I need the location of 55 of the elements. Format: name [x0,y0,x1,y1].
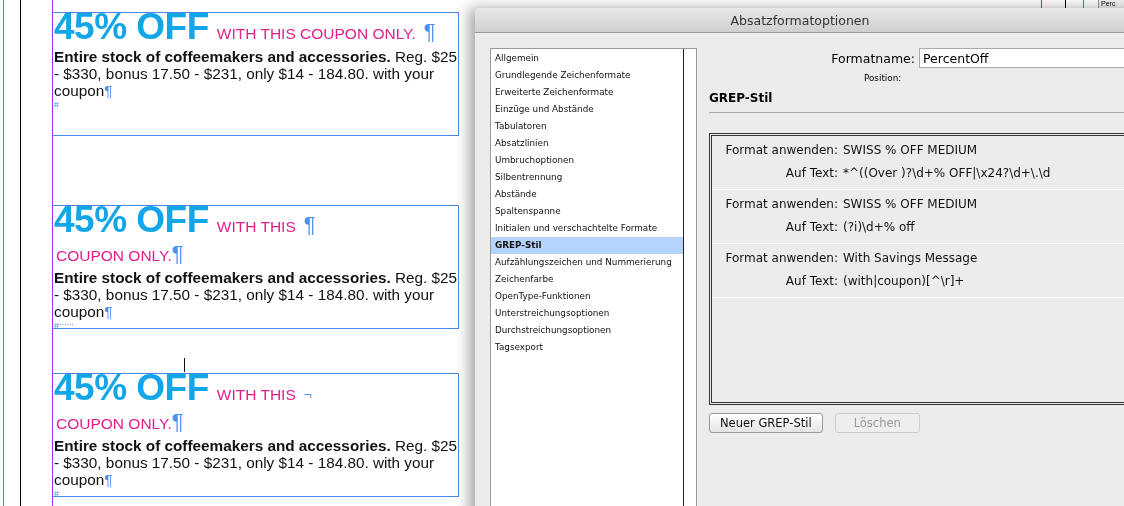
end-marker: # [54,100,59,110]
headline: 45% OFF [54,13,209,41]
style-value[interactable]: SWISS % OFF MEDIUM [843,193,1124,216]
field-label: Format anwenden: [724,142,838,159]
category-item[interactable]: Einzüge und Abstände [491,101,683,118]
style-value[interactable]: SWISS % OFF MEDIUM [843,139,1124,162]
category-item[interactable]: Abstände [491,186,683,203]
category-item[interactable]: Umbruchoptionen [491,152,683,169]
category-item[interactable]: Grundlegende Zeichenformate [491,67,683,84]
headline: 45% OFF [54,374,209,402]
section-title: GREP-Stil [709,91,773,105]
category-item[interactable]: GREP-Stil [491,237,683,254]
formatting-mark: ¬ [303,386,312,405]
formatting-mark: ¶ [303,211,316,239]
tagline: COUPON ONLY. [56,247,172,264]
category-item[interactable]: OpenType-Funktionen [491,288,683,305]
category-item[interactable]: Silbentrennung [491,169,683,186]
pattern-value[interactable]: *^((Over )?\d+% OFF|\x24?\d+\.\d [843,162,1124,185]
formatting-mark: ¶ [171,241,184,266]
category-item[interactable]: Initialen und verschachtelte Formate [491,220,683,237]
tagline: WITH THIS [216,217,296,237]
field-label: Format anwenden: [724,250,838,267]
tagline: COUPON ONLY. [56,415,172,432]
text-cursor [184,358,185,372]
field-label: Auf Text: [784,219,838,236]
body-text: Entire stock of coffeemakers and accessories. Reg. $25 - $330, bonus 17.50 - $231, only $14 - 184.80. with your coupon¶ [54,437,459,488]
tagline: WITH THIS [216,385,296,405]
category-item[interactable]: Absatzlinien [491,135,683,152]
category-item[interactable]: Tabulatoren [491,118,683,135]
field-label: Auf Text: [784,165,838,182]
category-item[interactable]: Unterstreichungsoptionen [491,305,683,322]
category-item[interactable]: Zeichenfarbe [491,271,683,288]
field-label: Auf Text: [784,273,838,290]
style-value[interactable]: With Savings Message [843,247,1124,270]
headline: 45% OFF [54,206,209,234]
new-style-button[interactable]: Neuer GREP-Stil [709,413,823,433]
category-item[interactable]: Allgemein [491,50,683,67]
category-item[interactable]: Tagsexport [491,339,683,356]
category-item[interactable]: Erweiterte Zeichenformate [491,84,683,101]
format-name-label: Formatname: [831,50,915,66]
category-item[interactable]: Durchstreichungsoptionen [491,322,683,339]
end-marker: # [54,489,59,499]
category-item[interactable]: Aufzählungszeichen und Nummerierung [491,254,683,271]
field-label: Format anwenden: [724,196,838,213]
body-text: Entire stock of coffeemakers and accessories. Reg. $25 - $330, bonus 17.50 - $231, only $14 - 184.80. with your coupon¶ [54,269,459,320]
tagline: WITH THIS COUPON ONLY. [216,24,416,44]
window-title: Absatzformatoptionen [730,12,870,28]
pattern-value[interactable]: (?i)\d+% off [843,216,1124,239]
formatting-mark: ¶ [423,18,436,46]
formatting-mark: ¶ [171,409,184,434]
body-text: Entire stock of coffeemakers and accessories. Reg. $25 - $330, bonus 17.50 - $231, only $14 - 184.80. with your coupon¶ [54,48,459,99]
format-name-field[interactable]: PercentOff [919,48,1124,68]
position-label: Position: [864,73,902,83]
pattern-value[interactable]: (with|coupon)[^\r]+ [843,270,1124,293]
category-item[interactable]: Spaltenspanne [491,203,683,220]
